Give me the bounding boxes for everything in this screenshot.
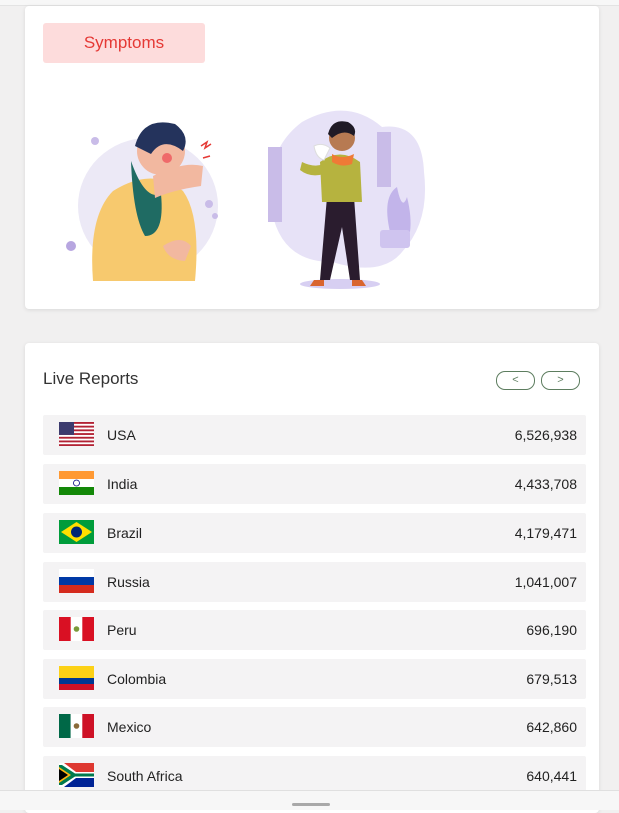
country-name: Mexico [107,719,152,735]
country-name: USA [107,427,136,443]
india-flag-icon [59,471,94,495]
prev-button[interactable]: < [496,371,535,390]
report-row-brazil[interactable]: Brazil 4,179,471 [43,513,586,553]
colombia-flag-icon [59,666,94,690]
country-name: Peru [107,622,137,638]
case-count: 679,513 [526,671,577,687]
report-row-india[interactable]: India 4,433,708 [43,464,586,504]
report-row-mexico[interactable]: Mexico 642,860 [43,707,586,747]
report-row-usa[interactable]: USA 6,526,938 [43,415,586,455]
brazil-flag-icon [59,520,94,544]
live-reports-card: Live Reports < > USA 6,526,938 India 4,4… [25,343,599,813]
sneezing-person-illustration [268,110,426,289]
next-button[interactable]: > [541,371,580,390]
symptoms-badge[interactable]: Symptoms [43,23,205,63]
report-row-russia[interactable]: Russia 1,041,007 [43,562,586,602]
symptoms-card: Symptoms [25,6,599,309]
case-count: 4,179,471 [514,525,577,541]
case-count: 6,526,938 [514,427,577,443]
country-name: Brazil [107,525,143,541]
report-row-peru[interactable]: Peru 696,190 [43,610,586,650]
country-name: Russia [107,574,150,590]
country-name: India [107,476,138,492]
case-count: 4,433,708 [514,476,577,492]
bottom-bar [0,790,619,810]
case-count: 640,441 [526,768,577,784]
south-africa-flag-icon [59,763,94,787]
mexico-flag-icon [59,714,94,738]
drag-handle[interactable] [292,803,330,806]
coughing-person-illustration [66,122,218,281]
case-count: 696,190 [526,622,577,638]
live-reports-title: Live Reports [43,369,139,388]
case-count: 1,041,007 [514,574,577,590]
russia-flag-icon [59,569,94,593]
case-count: 642,860 [526,719,577,735]
country-name: South Africa [107,768,183,784]
peru-flag-icon [59,617,94,641]
country-name: Colombia [107,671,167,687]
report-row-colombia[interactable]: Colombia 679,513 [43,659,586,699]
usa-flag-icon [59,422,94,446]
